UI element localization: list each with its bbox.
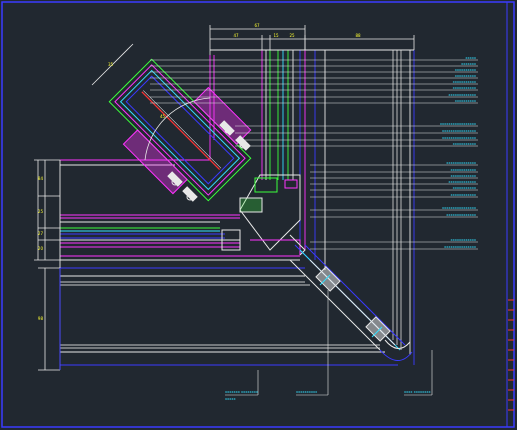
dim-left-lower: 98 — [38, 316, 44, 321]
red-tick-marks — [508, 299, 514, 411]
bottom-callout-3: xxxx xxxxxxxx — [404, 390, 432, 394]
top-dimension-chain — [209, 25, 415, 55]
dim-top-4: 88 — [355, 33, 361, 38]
left-dimension-chain — [34, 159, 60, 371]
left-profile-bands — [59, 159, 398, 370]
bottom-callout-1: xxxxxxx xxxxxxxx — [225, 390, 259, 394]
dim-angle: 45 — [160, 114, 166, 119]
dim-left-1: 84 — [38, 176, 44, 181]
callout-label: xxxxxxx — [461, 62, 477, 66]
right-callout-labels: xxxxxxxxxxxxxxxxxxxxxxxxxxxxxxxxxxxxxxxx… — [440, 56, 477, 249]
callout-label: xxxxxxxxxxxxx — [448, 93, 477, 97]
callout-label: xxxxxxxxxxxxxxxxx — [440, 122, 477, 126]
dim-left-2: 25 — [38, 209, 44, 214]
dim-top-overall: 67 — [254, 23, 260, 28]
callout-label: xxxxxxxxxxxxxxx — [444, 245, 477, 249]
bottom-callout-1-sub: xxxxx — [225, 397, 237, 401]
callout-label: xxxxxxxxxxxx — [450, 174, 476, 178]
callout-label: xxxxxxxxxxxxxxxx — [442, 206, 477, 210]
callout-label: xxxxxxxxxx — [455, 74, 477, 78]
callout-label: xxxxxxxxxxxxxxxx — [442, 129, 477, 133]
dim-left-4: 20 — [38, 246, 44, 251]
diagonal-lower-profile — [289, 244, 413, 361]
dim-top-3: 25 — [289, 33, 295, 38]
cad-drawing: 67 47 15 25 88 84 25 27 20 98 45 35 xxxx… — [1, 1, 515, 428]
callout-label: xxxxxxxxxxxxxxxx — [442, 136, 477, 140]
angled-mullion-profile — [108, 58, 252, 202]
callout-label: xxxxxxxxxxx — [453, 86, 477, 90]
callout-label: xxxxxxxxxxxx — [450, 238, 476, 242]
right-leader-lines — [150, 59, 478, 250]
callout-label: xxxxxxxxxxx — [453, 186, 477, 190]
callout-label: xxxxxxxxxx — [455, 99, 477, 103]
callout-label: xxxxxxxxxxx — [453, 142, 477, 146]
callout-label: xxxxxxxxxx — [455, 68, 477, 72]
callout-label: xxxxxxxxxxxxx — [448, 180, 477, 184]
bottom-callout-2: xxxxxxxxxx — [296, 390, 318, 394]
callout-label: xxxxxxxxxxx — [453, 80, 477, 84]
dim-top-2: 15 — [273, 33, 279, 38]
callout-label: xxxxxxxxxxxx — [450, 168, 476, 172]
dim-top-1: 47 — [233, 33, 239, 38]
callout-label: xxxxxxxxxxxx — [450, 193, 476, 197]
dim-left-3: 27 — [38, 231, 44, 236]
dim-slant: 35 — [108, 62, 114, 67]
callout-label: xxxxxxxxxxxxxx — [446, 213, 477, 217]
callout-label: xxxxxxxxxxxxxx — [446, 161, 477, 165]
callout-label: xxxxx — [465, 56, 477, 60]
